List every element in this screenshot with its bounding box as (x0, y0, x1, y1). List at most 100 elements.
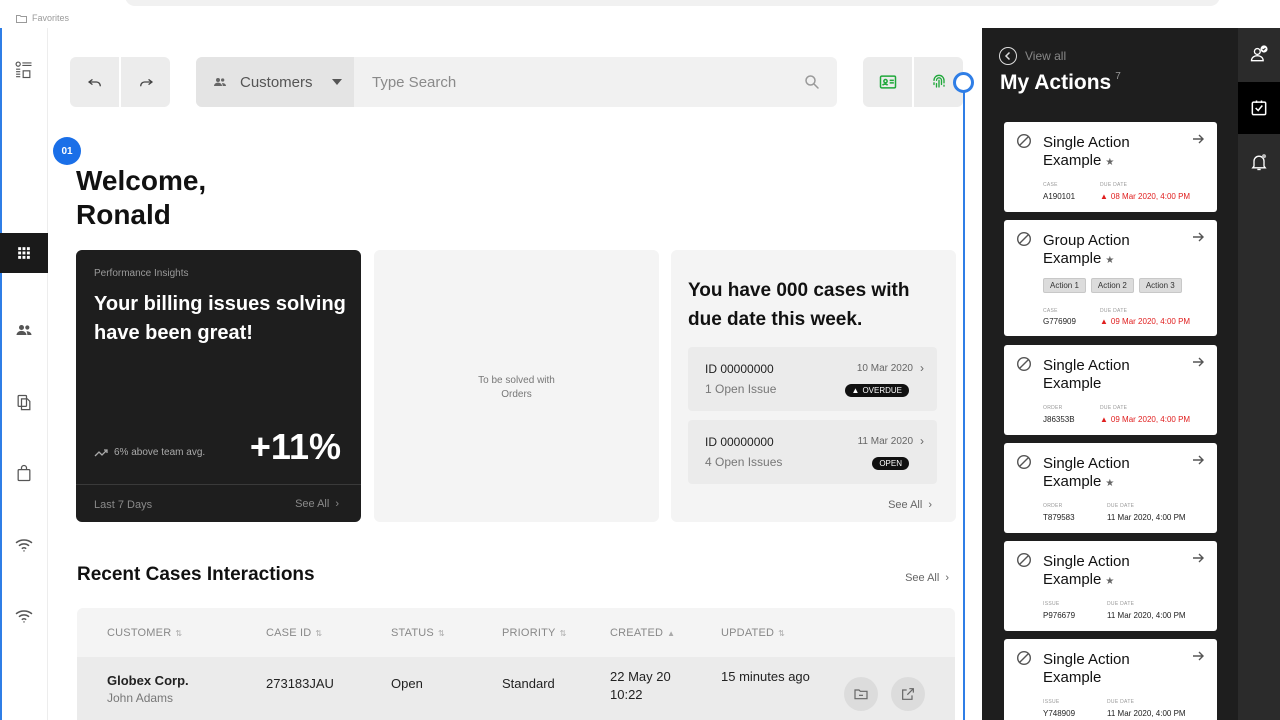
due-date-label: 09 Mar 2020, 4:00 PM (1110, 317, 1191, 326)
action-title: Single Action Example (1043, 651, 1130, 686)
due-case-item[interactable]: ID 00000000 4 Open Issues 11 Mar 2020 › … (688, 420, 937, 484)
due-date-value: 11 Mar 2020, 4:00 PM (1107, 611, 1186, 620)
search-bar: Customers (196, 57, 837, 107)
due-date-label: 08 Mar 2020, 4:00 PM (1110, 192, 1191, 201)
action-tag[interactable]: Action 1 (1043, 278, 1086, 293)
rail-notifications-button[interactable] (1238, 136, 1280, 188)
layout-icon (15, 61, 32, 79)
id-card-button[interactable] (863, 57, 912, 107)
action-title-label: Single Action Example (1043, 134, 1130, 169)
action-card[interactable]: Single Action Example ★ ORDER T879583 DUE… (1004, 443, 1217, 533)
warning-icon: ▲ (1100, 192, 1108, 201)
redo-button[interactable] (121, 57, 170, 107)
timeline-handle[interactable] (953, 72, 974, 93)
undo-button[interactable] (70, 57, 119, 107)
person-check-icon (1250, 45, 1268, 62)
action-card[interactable]: Single Action Example ORDER J86353B DUE … (1004, 345, 1217, 435)
star-icon: ★ (1105, 157, 1115, 168)
sort-icon: ⇅ (175, 628, 183, 638)
wifi-icon (15, 539, 33, 552)
external-link-icon (902, 688, 914, 700)
insight-big-value: +11% (249, 426, 341, 467)
due-cases-see-all-label: See All (888, 499, 923, 511)
column-header-priority[interactable]: PRIORITY ⇅ (502, 627, 566, 639)
arrow-right-icon[interactable] (1191, 132, 1205, 146)
favorites-bar[interactable]: Favorites (16, 13, 69, 23)
meta-label: DUE DATE (1107, 699, 1135, 705)
table-row[interactable]: Globex Corp. John Adams 273183JAU Open S… (77, 657, 955, 720)
view-all-link[interactable]: View all (999, 47, 1066, 65)
arrow-right-icon[interactable] (1191, 453, 1205, 467)
checkbox-icon (1251, 100, 1267, 116)
people-icon (214, 78, 226, 86)
action-card[interactable]: Single Action Example ★ CASE A190101 DUE … (1004, 122, 1217, 212)
nav-orders[interactable] (0, 453, 48, 493)
meta-label: DUE DATE (1107, 503, 1135, 509)
chevron-down-icon (332, 79, 342, 85)
sort-icon: ▲ (667, 628, 676, 638)
insight-period: Last 7 Days (94, 499, 153, 511)
column-header-status[interactable]: STATUS ⇅ (391, 627, 445, 639)
undo-icon (87, 79, 101, 87)
due-cases-card: You have 000 cases with due date this we… (671, 250, 956, 522)
action-card[interactable]: Single Action Example ISSUE Y748909 DUE … (1004, 639, 1217, 720)
nav-customers[interactable] (0, 310, 48, 350)
page-title: Welcome, Ronald (76, 164, 206, 232)
sort-icon: ⇅ (778, 628, 786, 638)
cell-case-id: 273183JAU (266, 676, 334, 691)
search-scope-dropdown[interactable]: Customers (196, 57, 354, 107)
no-status-icon (1016, 454, 1032, 470)
my-actions-title-label: My Actions (1000, 71, 1112, 94)
due-date-label: 09 Mar 2020, 4:00 PM (1110, 415, 1191, 424)
nav-network-2[interactable] (0, 596, 48, 636)
sort-icon: ⇅ (315, 628, 323, 638)
due-case-date: 11 Mar 2020 (857, 436, 913, 447)
due-cases-see-all-link[interactable]: See All › (888, 499, 932, 511)
action-card[interactable]: Group Action Example ★ Action 1 Action 2 … (1004, 220, 1217, 336)
arrow-right-icon[interactable] (1191, 230, 1205, 244)
column-header-case-id[interactable]: CASE ID ⇅ (266, 627, 322, 639)
nav-layout[interactable] (0, 50, 48, 90)
due-case-issues: 4 Open Issues (705, 455, 783, 469)
column-header-customer[interactable]: CUSTOMER ⇅ (107, 627, 182, 639)
action-tag[interactable]: Action 2 (1090, 278, 1134, 293)
arrow-right-icon[interactable] (1191, 355, 1205, 369)
rail-tasks-button[interactable] (1238, 82, 1280, 134)
nav-documents[interactable] (0, 383, 48, 423)
open-external-button[interactable] (891, 677, 925, 711)
star-icon: ★ (1105, 255, 1115, 266)
column-header-created[interactable]: CREATED ▲ (610, 627, 675, 639)
action-card[interactable]: Single Action Example ★ ISSUE P976679 DUE… (1004, 541, 1217, 631)
welcome-user-name: Ronald (76, 199, 171, 230)
no-status-icon (1016, 356, 1032, 372)
bell-icon (1251, 154, 1267, 171)
cell-priority: Standard (502, 676, 555, 691)
people-icon (16, 325, 32, 335)
meta-label: DUE DATE (1100, 182, 1128, 188)
arrow-right-icon[interactable] (1191, 551, 1205, 565)
my-actions-title: My Actions 7 (1000, 71, 1121, 95)
rail-profile-button[interactable] (1238, 28, 1280, 80)
insight-see-all-link[interactable]: See All › (295, 498, 339, 510)
search-input[interactable] (354, 57, 787, 107)
folder-icon (16, 14, 27, 23)
browser-strip: Favorites (0, 0, 1280, 28)
status-badge-label: OPEN (879, 459, 902, 468)
open-folder-button[interactable] (844, 677, 878, 711)
arrow-right-icon[interactable] (1191, 649, 1205, 663)
search-button[interactable] (787, 57, 837, 107)
action-tag[interactable]: Action 3 (1138, 278, 1182, 293)
recent-see-all-link[interactable]: See All › (905, 572, 949, 584)
due-case-item[interactable]: ID 00000000 1 Open Issue 10 Mar 2020 › ▲… (688, 347, 937, 411)
nav-apps[interactable] (0, 233, 48, 273)
due-case-date: 10 Mar 2020 (856, 363, 913, 374)
action-title: Single Action Example ★ (1043, 134, 1183, 172)
column-header-updated[interactable]: UPDATED ⇅ (721, 627, 785, 639)
recent-cases-title: Recent Cases Interactions (77, 564, 315, 585)
search-icon (805, 75, 819, 89)
nav-network-1[interactable] (0, 525, 48, 565)
browser-url-bar[interactable] (125, 0, 1220, 6)
insight-see-all-label: See All (295, 498, 330, 510)
orders-placeholder-card: To be solved with Orders (374, 250, 659, 522)
performance-insights-card: Performance Insights Your billing issues… (76, 250, 361, 522)
